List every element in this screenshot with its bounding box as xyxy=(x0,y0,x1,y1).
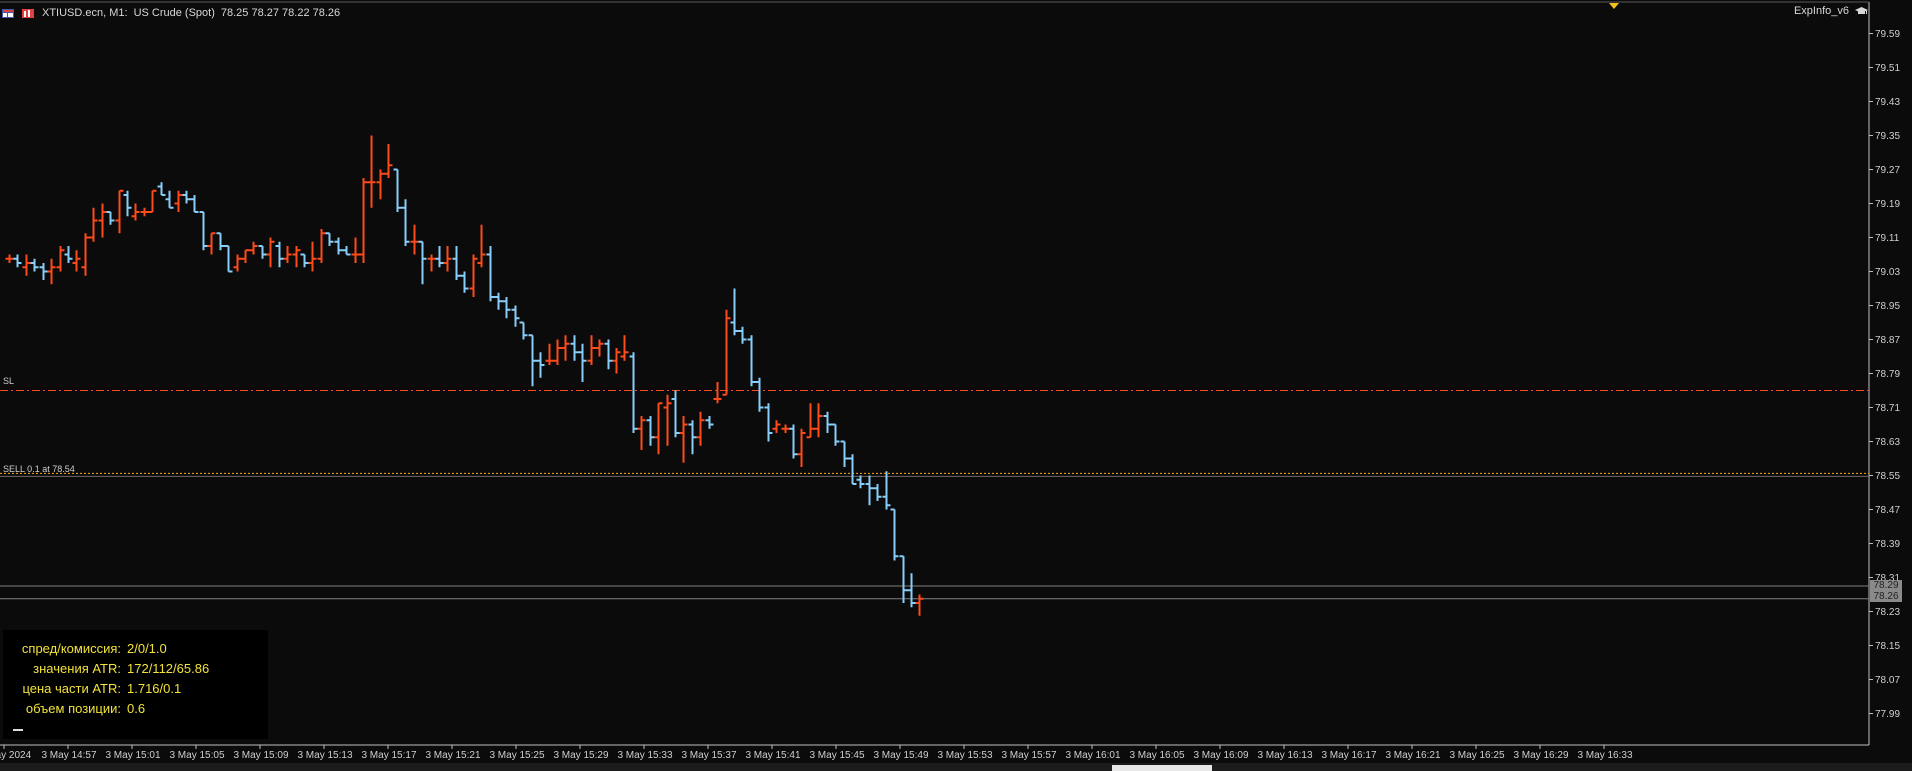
info-value: 0.6 xyxy=(127,701,146,716)
symbol-label: XTIUSD.ecn, M1: xyxy=(42,7,128,19)
x-tick-label: 3 May 16:09 xyxy=(1193,750,1248,761)
graduation-cap-icon xyxy=(1855,7,1868,14)
info-value: 2/0/1.0 xyxy=(127,641,167,656)
y-tick-label: 78.95 xyxy=(1875,301,1900,312)
info-label: спред/комиссия: xyxy=(21,641,121,656)
x-tick-label: 3 May 16:13 xyxy=(1257,750,1312,761)
ohlc-values: 78.25 78.27 78.22 78.26 xyxy=(220,7,341,19)
price-chart[interactable]: 79.59 79.51 79.43 79.35 79.27 79.19 79.11 79.03… xyxy=(0,0,1912,771)
y-tick-label: 79.51 xyxy=(1875,63,1900,74)
chart-header: XTIUSD.ecn, M1: US Crude (Spot) 78.25 78… xyxy=(0,0,340,26)
chart-type-icon[interactable] xyxy=(22,8,34,18)
bid-price-badge: 78.29 xyxy=(1870,580,1902,591)
y-tick-label: 78.07 xyxy=(1875,675,1900,686)
y-tick-label: 78.79 xyxy=(1875,369,1900,380)
y-tick-label: 79.43 xyxy=(1875,97,1900,108)
ea-name: ExpInfo_v6 xyxy=(1793,5,1849,17)
y-tick-label: 77.99 xyxy=(1875,709,1900,720)
x-tick-label: 3 May 2024 xyxy=(0,750,32,761)
x-tick-label: 3 May 15:45 xyxy=(809,750,864,761)
y-tick-label: 79.35 xyxy=(1875,131,1900,142)
x-tick-label: 3 May 16:01 xyxy=(1065,750,1120,761)
x-tick-label: 3 May 15:01 xyxy=(105,750,160,761)
y-tick-label: 79.19 xyxy=(1875,199,1900,210)
y-tick-label: 79.11 xyxy=(1875,233,1900,244)
x-tick-label: 3 May 16:25 xyxy=(1449,750,1504,761)
x-tick-label: 3 May 15:09 xyxy=(233,750,288,761)
expert-advisor-label[interactable]: ExpInfo_v6 xyxy=(1794,5,1868,17)
x-tick-label: 3 May 15:13 xyxy=(297,750,352,761)
x-tick-label: 3 May 16:33 xyxy=(1577,750,1632,761)
info-value: 172/112/65.86 xyxy=(127,661,210,676)
x-tick-label: 3 May 15:25 xyxy=(489,750,544,761)
sl-line-label: SL xyxy=(3,376,15,386)
y-tick-label: 78.23 xyxy=(1875,607,1900,618)
info-value: 1.716/0.1 xyxy=(127,681,182,696)
x-tick-label: 3 May 15:41 xyxy=(745,750,800,761)
y-tick-label: 79.03 xyxy=(1875,267,1900,278)
x-tick-label: 3 May 15:53 xyxy=(937,750,992,761)
symbol-description: US Crude (Spot) xyxy=(133,7,215,19)
y-tick-label: 78.63 xyxy=(1875,437,1900,448)
scroll-thumb[interactable] xyxy=(1112,765,1212,771)
y-tick-label: 78.87 xyxy=(1875,335,1900,346)
info-label: значения ATR: xyxy=(33,661,121,676)
x-tick-label: 3 May 15:33 xyxy=(617,750,672,761)
x-tick-label: 3 May 16:29 xyxy=(1513,750,1568,761)
sell-line-label: SELL 0.1 at 78.54 xyxy=(3,464,75,474)
y-tick-label: 78.15 xyxy=(1875,641,1900,652)
y-tick-label: 78.71 xyxy=(1875,403,1900,414)
x-tick-label: 3 May 16:21 xyxy=(1385,750,1440,761)
bottom-tab-strip xyxy=(0,763,1912,771)
x-tick-label: 3 May 15:57 xyxy=(1001,750,1056,761)
x-tick-label: 3 May 14:57 xyxy=(41,750,96,761)
y-tick-label: 78.39 xyxy=(1875,539,1900,550)
minimize-dash-icon[interactable] xyxy=(13,729,23,731)
y-tick-label: 79.59 xyxy=(1875,29,1900,40)
x-tick-label: 3 May 15:21 xyxy=(425,750,480,761)
x-tick-label: 3 May 15:17 xyxy=(361,750,416,761)
chart-window-icon[interactable] xyxy=(2,8,14,18)
y-tick-label: 79.27 xyxy=(1875,165,1900,176)
x-tick-label: 3 May 15:05 xyxy=(169,750,224,761)
x-tick-label: 3 May 15:49 xyxy=(873,750,928,761)
info-panel: спред/комиссия: 2/0/1.0 значения ATR: 17… xyxy=(3,630,268,739)
x-tick-label: 3 May 16:17 xyxy=(1321,750,1376,761)
info-label: цена части ATR: xyxy=(22,681,121,696)
x-tick-label: 3 May 16:05 xyxy=(1129,750,1184,761)
y-tick-label: 78.47 xyxy=(1875,505,1900,516)
y-tick-label: 78.55 xyxy=(1875,471,1900,482)
info-label: объем позиции: xyxy=(25,701,121,716)
x-tick-label: 3 May 15:29 xyxy=(553,750,608,761)
x-tick-label: 3 May 15:37 xyxy=(681,750,736,761)
ask-price-badge: 78.26 xyxy=(1870,591,1902,602)
